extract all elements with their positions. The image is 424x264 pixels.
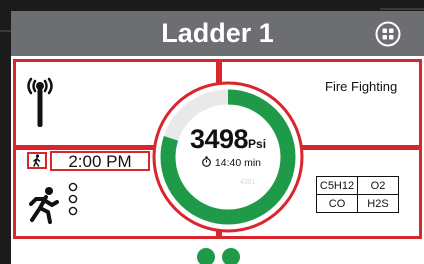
gas-label: O2 — [370, 179, 386, 192]
pressure-readout: 3498Psi — [159, 124, 297, 155]
walking-person-icon — [33, 154, 41, 167]
background-streak — [380, 8, 424, 10]
gas-label: CO — [328, 197, 346, 210]
remaining-time: 14:40 min — [171, 156, 291, 169]
remaining-time-value: 14:40 min — [214, 157, 262, 169]
pressure-unit: Psi — [248, 137, 267, 151]
gas-cell: CO — [316, 194, 358, 213]
pressure-value: 3498 — [189, 124, 249, 154]
header-bar: Ladder 1 — [11, 11, 424, 56]
table-row: CO H2S — [316, 194, 399, 213]
clock-display[interactable]: 2:00 PM — [50, 151, 150, 171]
stopwatch-icon — [202, 156, 211, 167]
gas-sensor-table: C5H12 O2 CO H2S — [316, 176, 399, 213]
status-indicator-dot — [222, 248, 240, 264]
radio-signal-icon — [27, 77, 53, 127]
apps-button[interactable] — [375, 21, 401, 47]
secondary-pressure-value: 4351 — [240, 179, 256, 186]
panel-mode-label: Fire Fighting — [325, 79, 398, 94]
gas-label: H2S — [367, 197, 389, 210]
three-circles-icon — [68, 182, 78, 216]
mode-chip[interactable] — [27, 152, 47, 169]
gas-cell: C5H12 — [316, 176, 358, 195]
gas-label: C5H12 — [319, 179, 355, 192]
background-streak — [0, 30, 11, 32]
grid-apps-icon — [375, 21, 401, 47]
device-screen: Ladder 1 Fire Fighting 3498Psi 14:40 min… — [11, 11, 424, 264]
running-person-icon — [29, 187, 59, 224]
gas-cell: O2 — [357, 176, 399, 195]
unit-title: Ladder 1 — [161, 18, 274, 48]
status-indicator-dot — [197, 248, 215, 264]
table-row: C5H12 O2 — [316, 176, 399, 195]
gas-cell: H2S — [357, 194, 399, 213]
